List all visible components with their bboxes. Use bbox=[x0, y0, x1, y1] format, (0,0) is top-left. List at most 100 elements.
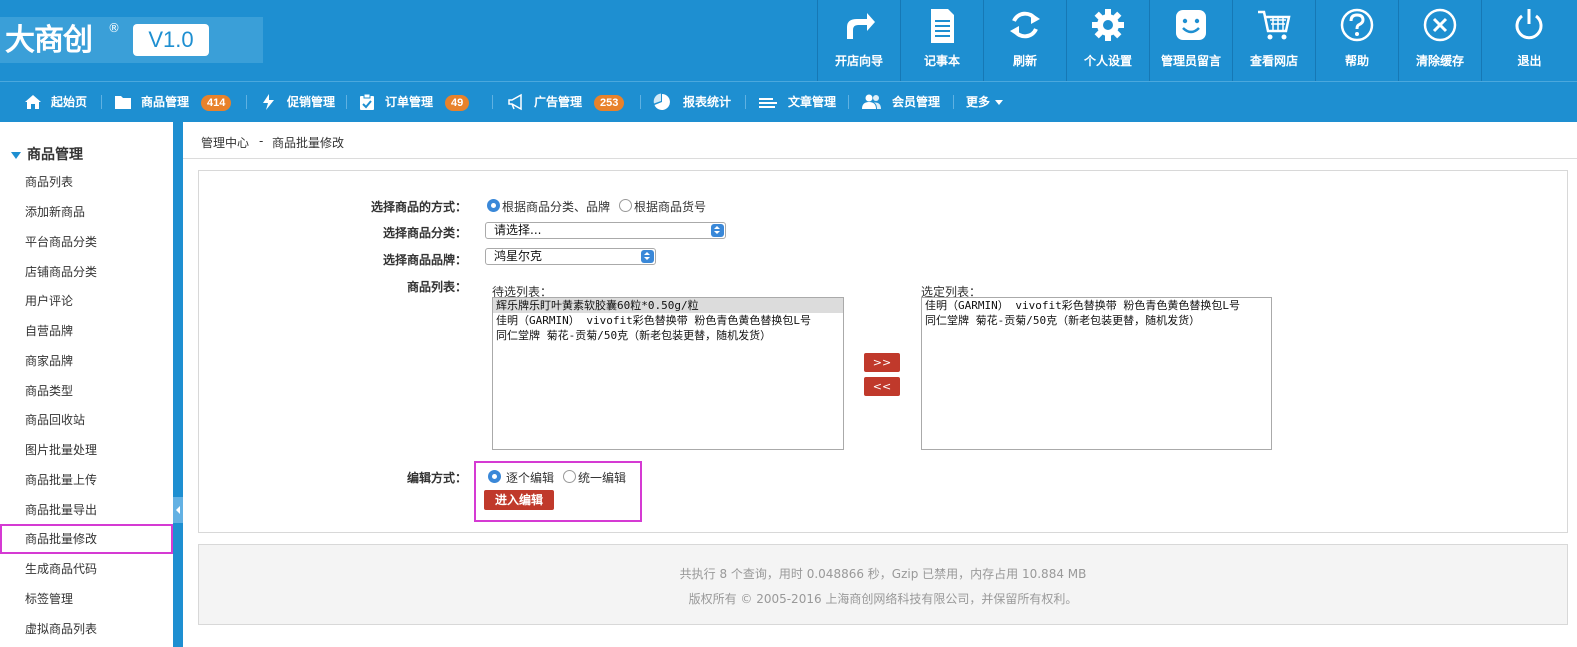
nav-divider bbox=[101, 95, 102, 109]
select-arrows-icon bbox=[711, 224, 724, 237]
nav-item-reports[interactable]: 报表统计 bbox=[653, 82, 738, 122]
category-select[interactable]: 请选择... bbox=[485, 222, 726, 239]
notepad-button[interactable]: 记事本 bbox=[900, 0, 983, 81]
sidebar-item-batch-edit[interactable]: 商品批量修改 bbox=[0, 524, 173, 554]
logo-text: 大商创 bbox=[5, 23, 93, 58]
refresh-icon bbox=[1010, 11, 1040, 39]
list-item[interactable]: 辉乐牌乐盯叶黄素软胶囊60粒*0.50g/粒 bbox=[493, 298, 843, 313]
triangle-down-icon bbox=[11, 151, 21, 159]
header-button-label: 记事本 bbox=[923, 54, 960, 68]
header-button-label: 开店向导 bbox=[834, 54, 883, 68]
breadcrumb-root[interactable]: 管理中心 bbox=[201, 134, 249, 151]
gear-icon bbox=[1092, 9, 1124, 41]
cart-icon bbox=[1258, 10, 1291, 40]
sidebar-item-goods-list[interactable]: 商品列表 bbox=[0, 167, 173, 197]
nav-item-label: 会员管理 bbox=[892, 95, 941, 109]
logo-registered-mark: ® bbox=[108, 21, 120, 35]
nav-divider bbox=[246, 95, 247, 109]
pending-goods-listbox[interactable]: 辉乐牌乐盯叶黄素软胶囊60粒*0.50g/粒 佳明（GARMIN） vivofi… bbox=[492, 297, 844, 450]
list-item[interactable]: 同仁堂牌 菊花-贡菊/50克（新老包装更替，随机发货） bbox=[493, 328, 843, 343]
sidebar-item-recycle-bin[interactable]: 商品回收站 bbox=[0, 405, 173, 435]
personal-settings-button[interactable]: 个人设置 bbox=[1066, 0, 1149, 81]
category-label: 选择商品分类： bbox=[382, 226, 467, 240]
list-item[interactable]: 佳明（GARMIN） vivofit彩色替换带 粉色青色黄色替换包L号 bbox=[493, 313, 843, 328]
radio-edit-individually[interactable] bbox=[488, 470, 501, 483]
nav-item-more[interactable]: 更多 bbox=[966, 82, 1008, 122]
edit-mode-label: 编辑方式： bbox=[406, 471, 467, 485]
enter-edit-button[interactable]: 进入编辑 bbox=[484, 490, 554, 510]
count-badge: 253 bbox=[594, 95, 625, 111]
clipboard-icon bbox=[360, 93, 374, 110]
brand-select-value: 鸿星尔克 bbox=[494, 249, 543, 263]
logo[interactable]: 大商创 ® V1.0 bbox=[0, 17, 263, 63]
breadcrumb: 管理中心 - 商品批量修改 bbox=[183, 122, 1577, 159]
power-icon bbox=[1515, 9, 1543, 40]
header-button-label: 查看网店 bbox=[1249, 54, 1298, 68]
nav-item-promotion[interactable]: 促销管理 bbox=[260, 82, 340, 122]
admin-message-button[interactable]: 管理员留言 bbox=[1149, 0, 1232, 81]
nav-item-label: 起始页 bbox=[51, 95, 88, 109]
help-button[interactable]: 帮助 bbox=[1315, 0, 1398, 81]
nav-divider bbox=[492, 95, 493, 109]
nav-item-ads[interactable]: 广告管理 253 bbox=[507, 82, 631, 122]
sidebar-item-virtual-goods[interactable]: 虚拟商品列表 bbox=[0, 614, 173, 644]
sidebar-item-merchant-brand[interactable]: 商家品牌 bbox=[0, 346, 173, 376]
sidebar-collapse-button[interactable] bbox=[173, 497, 183, 523]
nav-item-home[interactable]: 起始页 bbox=[24, 82, 94, 122]
radio-label: 逐个编辑 bbox=[506, 471, 555, 485]
list-item[interactable]: 同仁堂牌 菊花-贡菊/50克（新老包装更替，随机发货） bbox=[922, 313, 1271, 328]
footer: 共执行 8 个查询，用时 0.048866 秒，Gzip 已禁用，内存占用 10… bbox=[198, 544, 1568, 625]
nav-divider bbox=[953, 95, 954, 109]
radio-label: 统一编辑 bbox=[578, 471, 627, 485]
megaphone-icon bbox=[508, 93, 522, 111]
brand-select[interactable]: 鸿星尔克 bbox=[485, 248, 656, 265]
sidebar-section-title[interactable]: 商品管理 bbox=[11, 144, 83, 164]
header-button-label: 管理员留言 bbox=[1160, 54, 1221, 68]
sidebar-title-text: 商品管理 bbox=[27, 147, 83, 163]
caret-down-icon bbox=[995, 100, 1003, 105]
header-button-label: 个人设置 bbox=[1083, 54, 1132, 68]
share-arrow-icon bbox=[847, 13, 875, 39]
refresh-button[interactable]: 刷新 bbox=[983, 0, 1066, 81]
view-shop-button[interactable]: 查看网店 bbox=[1232, 0, 1315, 81]
nav-item-label: 商品管理 bbox=[141, 95, 190, 109]
home-icon bbox=[25, 95, 41, 109]
help-icon bbox=[1340, 8, 1374, 42]
selected-goods-listbox[interactable]: 佳明（GARMIN） vivofit彩色替换带 粉色青色黄色替换包L号 同仁堂牌… bbox=[921, 297, 1272, 450]
radio-by-goods-sn[interactable] bbox=[619, 199, 632, 212]
sidebar-item-batch-images[interactable]: 图片批量处理 bbox=[0, 435, 173, 465]
clear-cache-button[interactable]: 清除缓存 bbox=[1398, 0, 1481, 81]
sidebar-item-own-brand[interactable]: 自营品牌 bbox=[0, 316, 173, 346]
radio-edit-uniformly[interactable] bbox=[563, 470, 576, 483]
sidebar-item-batch-export[interactable]: 商品批量导出 bbox=[0, 495, 173, 525]
breadcrumb-current: 商品批量修改 bbox=[272, 136, 345, 150]
logout-button[interactable]: 退出 bbox=[1481, 0, 1577, 81]
lines-icon bbox=[759, 98, 777, 108]
nav-item-orders[interactable]: 订单管理 49 bbox=[358, 82, 480, 122]
smiley-message-icon bbox=[1176, 10, 1206, 40]
header-button-label: 清除缓存 bbox=[1415, 54, 1464, 68]
header-button-label: 退出 bbox=[1517, 54, 1542, 68]
radio-label: 根据商品分类、品牌 bbox=[502, 200, 611, 214]
category-select-value: 请选择... bbox=[494, 223, 542, 237]
remove-from-selected-button[interactable]: << bbox=[864, 377, 900, 396]
list-item[interactable]: 佳明（GARMIN） vivofit彩色替换带 粉色青色黄色替换包L号 bbox=[922, 298, 1271, 313]
footer-copyright: 版权所有 © 2005-2016 上海商创网络科技有限公司，并保留所有权利。 bbox=[688, 592, 1078, 606]
sidebar-item-tag-management[interactable]: 标签管理 bbox=[0, 584, 173, 614]
radio-by-category-brand[interactable] bbox=[487, 199, 500, 212]
add-to-selected-button[interactable]: >> bbox=[864, 353, 900, 372]
nav-item-goods[interactable]: 商品管理 414 bbox=[114, 82, 238, 122]
nav-item-label: 报表统计 bbox=[683, 95, 732, 109]
sidebar-item-goods-type[interactable]: 商品类型 bbox=[0, 376, 173, 406]
count-badge: 414 bbox=[201, 95, 232, 111]
nav-divider bbox=[640, 95, 641, 109]
nav-item-label: 文章管理 bbox=[788, 95, 837, 109]
nav-item-members[interactable]: 会员管理 bbox=[862, 82, 944, 122]
nav-item-articles[interactable]: 文章管理 bbox=[758, 82, 840, 122]
footer-stats: 共执行 8 个查询，用时 0.048866 秒，Gzip 已禁用，内存占用 10… bbox=[679, 567, 1087, 581]
radio-label: 根据商品货号 bbox=[634, 200, 707, 214]
nav-item-label: 促销管理 bbox=[287, 95, 336, 109]
sidebar-item-generate-code[interactable]: 生成商品代码 bbox=[0, 554, 173, 584]
pie-chart-icon bbox=[653, 93, 670, 110]
open-shop-wizard-button[interactable]: 开店向导 bbox=[817, 0, 900, 81]
